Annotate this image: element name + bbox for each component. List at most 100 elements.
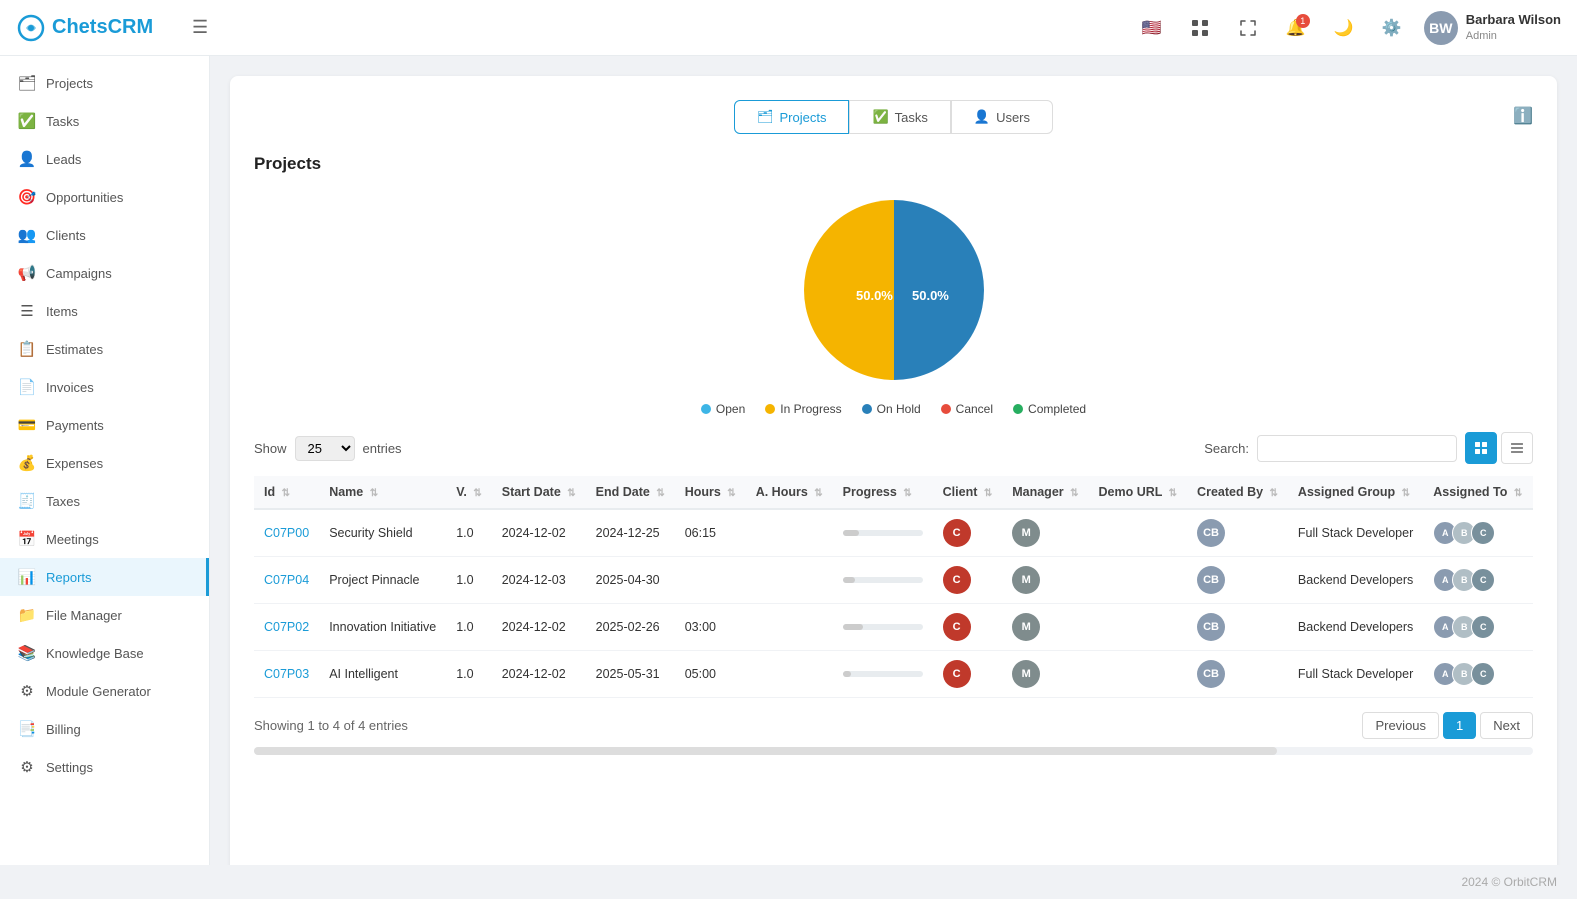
tab-projects-icon: 🗂	[757, 109, 774, 125]
file-manager-icon: 📁	[18, 606, 36, 624]
show-entries: Show 25 10 50 100 entries	[254, 436, 402, 461]
reports-icon: 📊	[18, 568, 36, 586]
col-assigned-to[interactable]: Assigned To ⇅	[1423, 476, 1532, 509]
avatar: CB	[1197, 566, 1225, 594]
table-row: C07P00 Security Shield 1.0 2024-12-02 20…	[254, 509, 1533, 557]
col-end-date[interactable]: End Date ⇅	[586, 476, 675, 509]
user-name: Barbara Wilson	[1466, 12, 1561, 29]
grid-view-button[interactable]	[1465, 432, 1497, 464]
dark-mode-toggle[interactable]: 🌙	[1328, 12, 1360, 44]
sidebar-label-knowledge-base: Knowledge Base	[46, 646, 144, 661]
legend-open: Open	[701, 402, 745, 416]
sidebar-label-taxes: Taxes	[46, 494, 80, 509]
cell-assigned-group: Full Stack Developer	[1288, 509, 1423, 557]
estimates-icon: 📋	[18, 340, 36, 358]
table-row: C07P04 Project Pinnacle 1.0 2024-12-03 2…	[254, 557, 1533, 604]
cell-end-date: 2025-05-31	[586, 651, 675, 698]
sidebar-item-meetings[interactable]: 📅 Meetings	[0, 520, 209, 558]
tab-users[interactable]: 👤 Users	[951, 100, 1053, 134]
col-client[interactable]: Client ⇅	[933, 476, 1003, 509]
progress-bar-container	[843, 671, 923, 677]
cell-assigned-to: ABC	[1423, 604, 1532, 651]
apps-icon[interactable]	[1184, 12, 1216, 44]
notifications-icon[interactable]: 🔔 1	[1280, 12, 1312, 44]
col-version[interactable]: V. ⇅	[446, 476, 492, 509]
col-name[interactable]: Name ⇅	[319, 476, 446, 509]
project-id-link[interactable]: C07P04	[264, 573, 309, 587]
search-input[interactable]	[1257, 435, 1457, 462]
sidebar-item-campaigns[interactable]: 📢 Campaigns	[0, 254, 209, 292]
next-button[interactable]: Next	[1480, 712, 1533, 739]
col-demo-url[interactable]: Demo URL ⇅	[1089, 476, 1188, 509]
scroll-thumb	[254, 747, 1277, 755]
legend-dot-on-hold	[862, 404, 872, 414]
settings-icon[interactable]: ⚙️	[1376, 12, 1408, 44]
main-content: 🗂 Projects ✅ Tasks 👤 Users ℹ️ Projects	[210, 56, 1577, 865]
projects-icon: 🗂	[18, 74, 36, 92]
col-manager[interactable]: Manager ⇅	[1002, 476, 1088, 509]
cell-version: 1.0	[446, 557, 492, 604]
sidebar-item-module-generator[interactable]: ⚙ Module Generator	[0, 672, 209, 710]
opportunities-icon: 🎯	[18, 188, 36, 206]
fullscreen-icon[interactable]	[1232, 12, 1264, 44]
project-id-link[interactable]: C07P02	[264, 620, 309, 634]
project-id-link[interactable]: C07P00	[264, 526, 309, 540]
col-a-hours[interactable]: A. Hours ⇅	[746, 476, 833, 509]
sidebar-item-estimates[interactable]: 📋 Estimates	[0, 330, 209, 368]
sidebar-item-payments[interactable]: 💳 Payments	[0, 406, 209, 444]
list-view-button[interactable]	[1501, 432, 1533, 464]
sidebar-item-taxes[interactable]: 🧾 Taxes	[0, 482, 209, 520]
col-created-by[interactable]: Created By ⇅	[1187, 476, 1288, 509]
cell-hours: 03:00	[675, 604, 746, 651]
cell-assigned-to: ABC	[1423, 651, 1532, 698]
sidebar-item-tasks[interactable]: ✅ Tasks	[0, 102, 209, 140]
tab-projects-label: Projects	[779, 110, 826, 125]
legend-dot-completed	[1013, 404, 1023, 414]
tab-projects[interactable]: 🗂 Projects	[734, 100, 849, 134]
sidebar-item-items[interactable]: ☰ Items	[0, 292, 209, 330]
user-menu[interactable]: BW Barbara Wilson Admin	[1424, 11, 1561, 45]
sidebar-item-clients[interactable]: 👥 Clients	[0, 216, 209, 254]
project-id-link[interactable]: C07P03	[264, 667, 309, 681]
progress-bar-container	[843, 577, 923, 583]
col-assigned-group[interactable]: Assigned Group ⇅	[1288, 476, 1423, 509]
sidebar-item-invoices[interactable]: 📄 Invoices	[0, 368, 209, 406]
sidebar-item-reports[interactable]: 📊 Reports	[0, 558, 209, 596]
sidebar-item-projects[interactable]: 🗂 Projects	[0, 64, 209, 102]
hamburger-button[interactable]: ☰	[192, 17, 208, 38]
previous-button[interactable]: Previous	[1362, 712, 1439, 739]
col-hours[interactable]: Hours ⇅	[675, 476, 746, 509]
tab-users-label: Users	[996, 110, 1030, 125]
cell-created-by: CB	[1187, 509, 1288, 557]
sidebar-label-billing: Billing	[46, 722, 81, 737]
legend-on-hold: On Hold	[862, 402, 921, 416]
sidebar-item-settings[interactable]: ⚙ Settings	[0, 748, 209, 786]
language-selector[interactable]: 🇺🇸	[1136, 12, 1168, 44]
sidebar-item-file-manager[interactable]: 📁 File Manager	[0, 596, 209, 634]
sidebar-item-expenses[interactable]: 💰 Expenses	[0, 444, 209, 482]
sidebar-item-billing[interactable]: 📑 Billing	[0, 710, 209, 748]
horizontal-scrollbar[interactable]	[254, 747, 1533, 755]
app-logo[interactable]: ChetsCRM	[16, 13, 176, 43]
show-select[interactable]: 25 10 50 100	[295, 436, 355, 461]
user-info: Barbara Wilson Admin	[1466, 12, 1561, 43]
leads-icon: 👤	[18, 150, 36, 168]
page-1-button[interactable]: 1	[1443, 712, 1476, 739]
col-progress[interactable]: Progress ⇅	[833, 476, 933, 509]
info-icon[interactable]: ℹ️	[1513, 106, 1533, 126]
avatar: C	[943, 519, 971, 547]
cell-billing: -	[1532, 651, 1533, 698]
avatar: CB	[1197, 613, 1225, 641]
sidebar-label-items: Items	[46, 304, 78, 319]
cell-start-date: 2024-12-02	[492, 509, 586, 557]
sidebar-item-opportunities[interactable]: 🎯 Opportunities	[0, 178, 209, 216]
col-billing[interactable]: Billing ⇅	[1532, 476, 1533, 509]
sidebar-item-knowledge-base[interactable]: 📚 Knowledge Base	[0, 634, 209, 672]
tab-tasks[interactable]: ✅ Tasks	[849, 100, 950, 134]
pie-chart: 50.0% 50.0%	[794, 190, 994, 390]
sidebar-item-leads[interactable]: 👤 Leads	[0, 140, 209, 178]
cell-version: 1.0	[446, 604, 492, 651]
col-id[interactable]: Id ⇅	[254, 476, 319, 509]
col-start-date[interactable]: Start Date ⇅	[492, 476, 586, 509]
cell-progress	[833, 557, 933, 604]
